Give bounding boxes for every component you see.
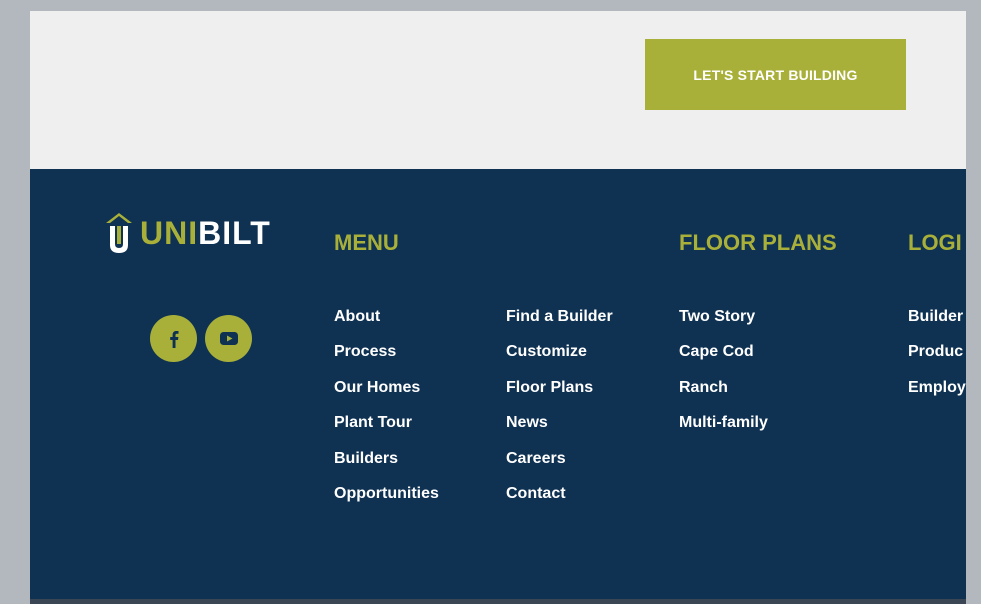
youtube-button[interactable] <box>205 315 252 362</box>
menu-links-col2: Find a Builder Customize Floor Plans New… <box>506 305 613 517</box>
floor-plans-links: Two Story Cape Cod Ranch Multi-family <box>679 305 768 447</box>
logo-text-uni: UNI <box>140 215 199 251</box>
page: LET'S START BUILDING UNIBILT MENU About <box>30 11 966 604</box>
footer-link-cape-cod[interactable]: Cape Cod <box>679 343 754 360</box>
list-item: Contact <box>506 482 613 517</box>
list-item: Ranch <box>679 376 768 411</box>
footer-link-about[interactable]: About <box>334 308 380 325</box>
list-item: Multi-family <box>679 411 768 446</box>
footer-link-careers[interactable]: Careers <box>506 450 566 467</box>
footer-link-multi-family[interactable]: Multi-family <box>679 414 768 431</box>
list-item: Find a Builder <box>506 305 613 340</box>
login-links: Builder Produc Employ <box>908 305 966 411</box>
floor-plans-heading: FLOOR PLANS <box>679 230 837 255</box>
menu-heading: MENU <box>334 230 399 255</box>
list-item: Two Story <box>679 305 768 340</box>
footer-link-builders[interactable]: Builders <box>334 450 398 467</box>
footer-link-news[interactable]: News <box>506 414 548 431</box>
logo-wordmark: UNIBILT <box>140 211 271 255</box>
login-heading: LOGI <box>908 230 962 255</box>
list-item: Plant Tour <box>334 411 439 446</box>
house-u-logo-icon <box>106 213 132 253</box>
menu-links-col1: About Process Our Homes Plant Tour Build… <box>334 305 439 517</box>
footer-link-opportunities[interactable]: Opportunities <box>334 485 439 502</box>
list-item: About <box>334 305 439 340</box>
facebook-icon <box>169 330 178 348</box>
list-item: Cape Cod <box>679 340 768 375</box>
footer-link-employee-login[interactable]: Employ <box>908 379 966 396</box>
footer-link-builder-login[interactable]: Builder <box>908 308 963 325</box>
list-item: Floor Plans <box>506 376 613 411</box>
footer-link-our-homes[interactable]: Our Homes <box>334 379 420 396</box>
list-item: News <box>506 411 613 446</box>
bottom-bar <box>30 599 966 604</box>
footer-link-find-a-builder[interactable]: Find a Builder <box>506 308 613 325</box>
footer-link-process[interactable]: Process <box>334 343 396 360</box>
footer-link-plant-tour[interactable]: Plant Tour <box>334 414 412 431</box>
facebook-button[interactable] <box>150 315 197 362</box>
footer-link-ranch[interactable]: Ranch <box>679 379 728 396</box>
list-item: Customize <box>506 340 613 375</box>
list-item: Opportunities <box>334 482 439 517</box>
logo-text-bilt: BILT <box>198 215 271 251</box>
footer-link-two-story[interactable]: Two Story <box>679 308 755 325</box>
cta-band: LET'S START BUILDING <box>30 11 966 169</box>
list-item: Process <box>334 340 439 375</box>
list-item: Builder <box>908 305 966 340</box>
footer-link-floor-plans[interactable]: Floor Plans <box>506 379 593 396</box>
unibilt-logo[interactable]: UNIBILT <box>104 211 271 255</box>
footer-link-customize[interactable]: Customize <box>506 343 587 360</box>
footer-link-contact[interactable]: Contact <box>506 485 566 502</box>
list-item: Employ <box>908 376 966 411</box>
list-item: Builders <box>334 447 439 482</box>
site-footer: UNIBILT MENU About Process Our Homes Pla… <box>30 169 966 599</box>
list-item: Careers <box>506 447 613 482</box>
list-item: Our Homes <box>334 376 439 411</box>
list-item: Produc <box>908 340 966 375</box>
footer-link-producer-login[interactable]: Produc <box>908 343 963 360</box>
start-building-button[interactable]: LET'S START BUILDING <box>645 39 906 110</box>
youtube-icon <box>219 332 238 345</box>
